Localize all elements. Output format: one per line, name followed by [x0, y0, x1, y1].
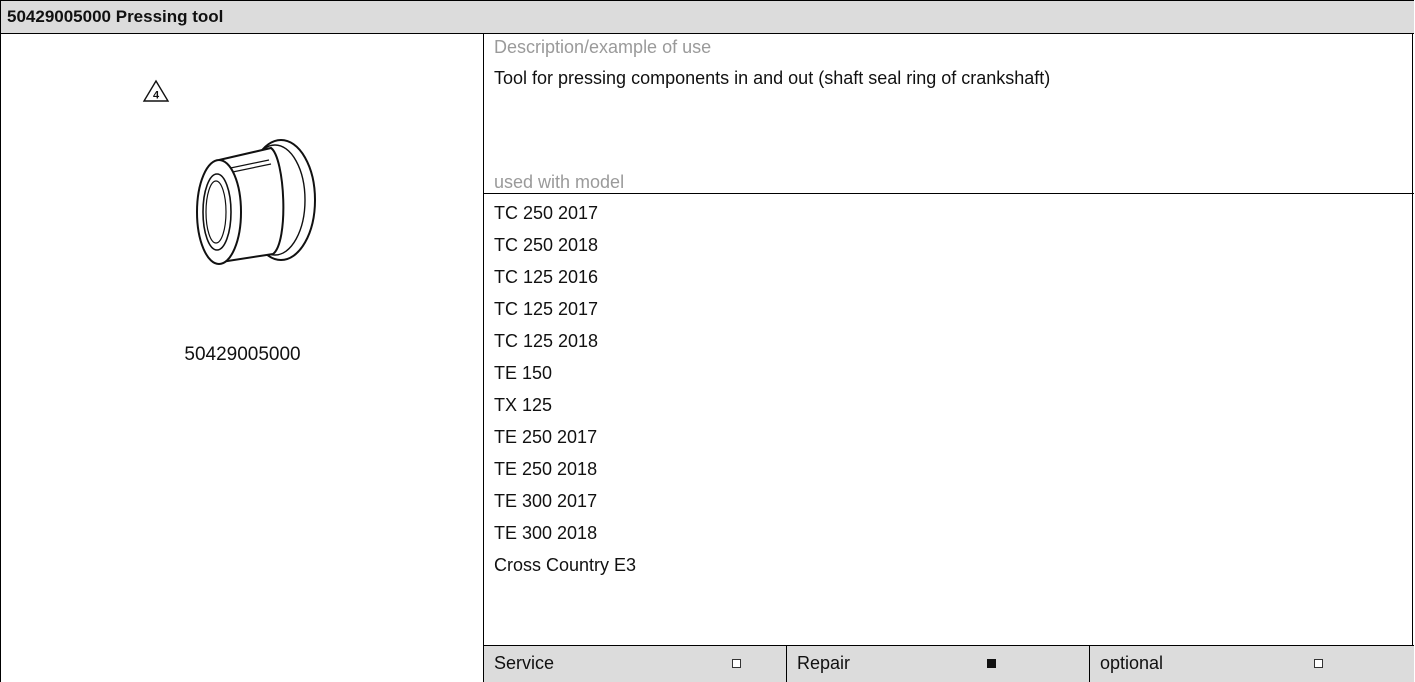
- pressing-tool-illustration: [196, 139, 316, 265]
- model-item: Cross Country E3: [494, 555, 637, 575]
- tool-details-panel: Description/example of use Tool for pres…: [484, 34, 1414, 682]
- usage-repair-label: Repair: [797, 653, 851, 673]
- model-item: TE 250 2017: [494, 427, 598, 447]
- models-divider: [484, 193, 1414, 194]
- sheet-header: 50429005000 Pressing tool: [1, 0, 1414, 34]
- tool-image-panel: 4 50429005000: [1, 34, 484, 682]
- usage-optional-label: optional: [1100, 653, 1164, 673]
- usage-repair-cell: Repair: [786, 646, 1089, 682]
- tool-sheet: 50429005000 Pressing tool 4 50429005000 …: [0, 0, 1414, 682]
- usage-service-cell: Service: [484, 646, 786, 682]
- model-item: TX 125: [494, 395, 553, 415]
- warning-mark-number: 4: [153, 90, 160, 102]
- usage-service-label: Service: [494, 653, 555, 673]
- usage-service-checkbox: [732, 659, 741, 668]
- usage-optional-checkbox: [1314, 659, 1323, 668]
- model-item: TC 125 2018: [494, 331, 599, 351]
- usage-optional-cell: optional: [1089, 646, 1414, 682]
- warning-triangle-icon: 4: [142, 79, 170, 102]
- description-label: Description/example of use: [494, 37, 712, 57]
- model-item: TC 250 2018: [494, 235, 599, 255]
- description-text: Tool for pressing components in and out …: [494, 68, 1051, 88]
- sheet-title: 50429005000 Pressing tool: [7, 7, 224, 26]
- tool-part-number: 50429005000: [184, 344, 301, 365]
- models-label: used with model: [494, 172, 625, 192]
- model-item: TC 125 2017: [494, 299, 599, 319]
- model-item: TE 150: [494, 363, 553, 383]
- model-item: TE 300 2017: [494, 491, 598, 511]
- model-item: TE 250 2018: [494, 459, 598, 479]
- model-item: TC 125 2016: [494, 267, 599, 287]
- model-item: TC 250 2017: [494, 203, 599, 223]
- usage-repair-checkbox: [987, 659, 996, 668]
- usage-footer: Service Repair optional: [484, 646, 1414, 682]
- model-item: TE 300 2018: [494, 523, 598, 543]
